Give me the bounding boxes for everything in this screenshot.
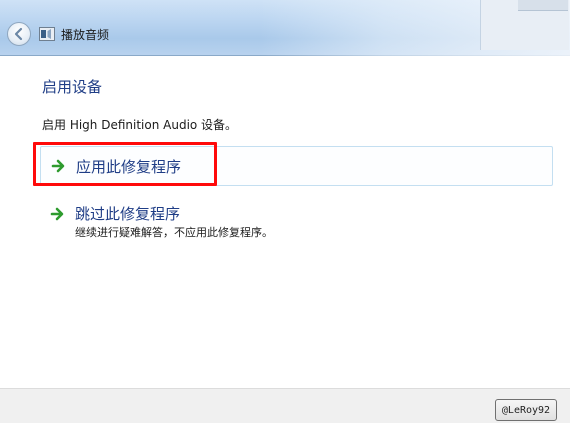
- audio-troubleshooter-icon: [39, 27, 55, 41]
- skip-fix-option[interactable]: 跳过此修复程序 继续进行疑难解答，不应用此修复程序。: [40, 198, 553, 244]
- back-button[interactable]: [7, 22, 31, 46]
- footer-bar: @LeRoy92: [0, 388, 570, 423]
- footer-button-label: @LeRoy92: [501, 404, 551, 416]
- green-right-arrow-icon: [50, 207, 64, 221]
- red-highlight-annotation: [33, 142, 217, 186]
- main-content: 启用设备 启用 High Definition Audio 设备。 应用此修复程…: [0, 56, 570, 388]
- skip-fix-description: 继续进行疑难解答，不应用此修复程序。: [75, 226, 273, 239]
- window-title: 播放音频: [61, 28, 110, 42]
- background-window-glimpse: [260, 0, 570, 56]
- page-heading: 启用设备: [42, 78, 103, 96]
- background-button: [518, 0, 568, 11]
- footer-button[interactable]: @LeRoy92: [495, 399, 557, 421]
- skip-fix-label: 跳过此修复程序: [75, 205, 181, 223]
- title-bar: 播放音频: [0, 0, 570, 56]
- page-description: 启用 High Definition Audio 设备。: [42, 118, 238, 132]
- back-arrow-icon: [14, 27, 23, 41]
